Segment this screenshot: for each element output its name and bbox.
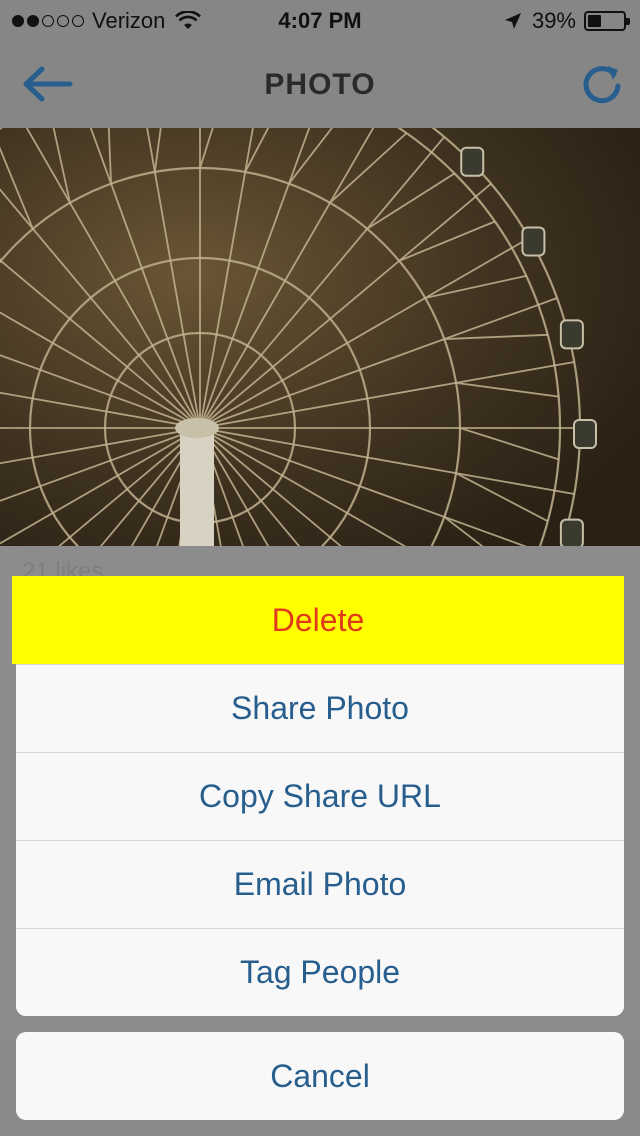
tag-people-button[interactable]: Tag People [16,928,624,1016]
copy-share-url-button[interactable]: Copy Share URL [16,752,624,840]
location-arrow-icon [504,13,521,29]
post-photo[interactable] [0,128,640,546]
cancel-button[interactable]: Cancel [16,1032,624,1120]
status-bar: Verizon 4:07 PM 39% [0,0,640,40]
ferris-wheel-image [0,128,640,546]
battery-percent: 39% [531,8,576,33]
navigation-bar: PHOTO [0,40,640,128]
status-right: 39% [504,8,630,34]
refresh-button[interactable] [578,60,626,108]
battery-icon [584,11,630,31]
email-photo-button[interactable]: Email Photo [16,840,624,928]
action-sheet: Delete Share Photo Copy Share URL Email … [12,576,624,1016]
page-title: PHOTO [264,68,376,101]
delete-button[interactable]: Delete [12,576,624,664]
share-photo-button[interactable]: Share Photo [16,664,624,752]
refresh-icon [583,66,621,104]
